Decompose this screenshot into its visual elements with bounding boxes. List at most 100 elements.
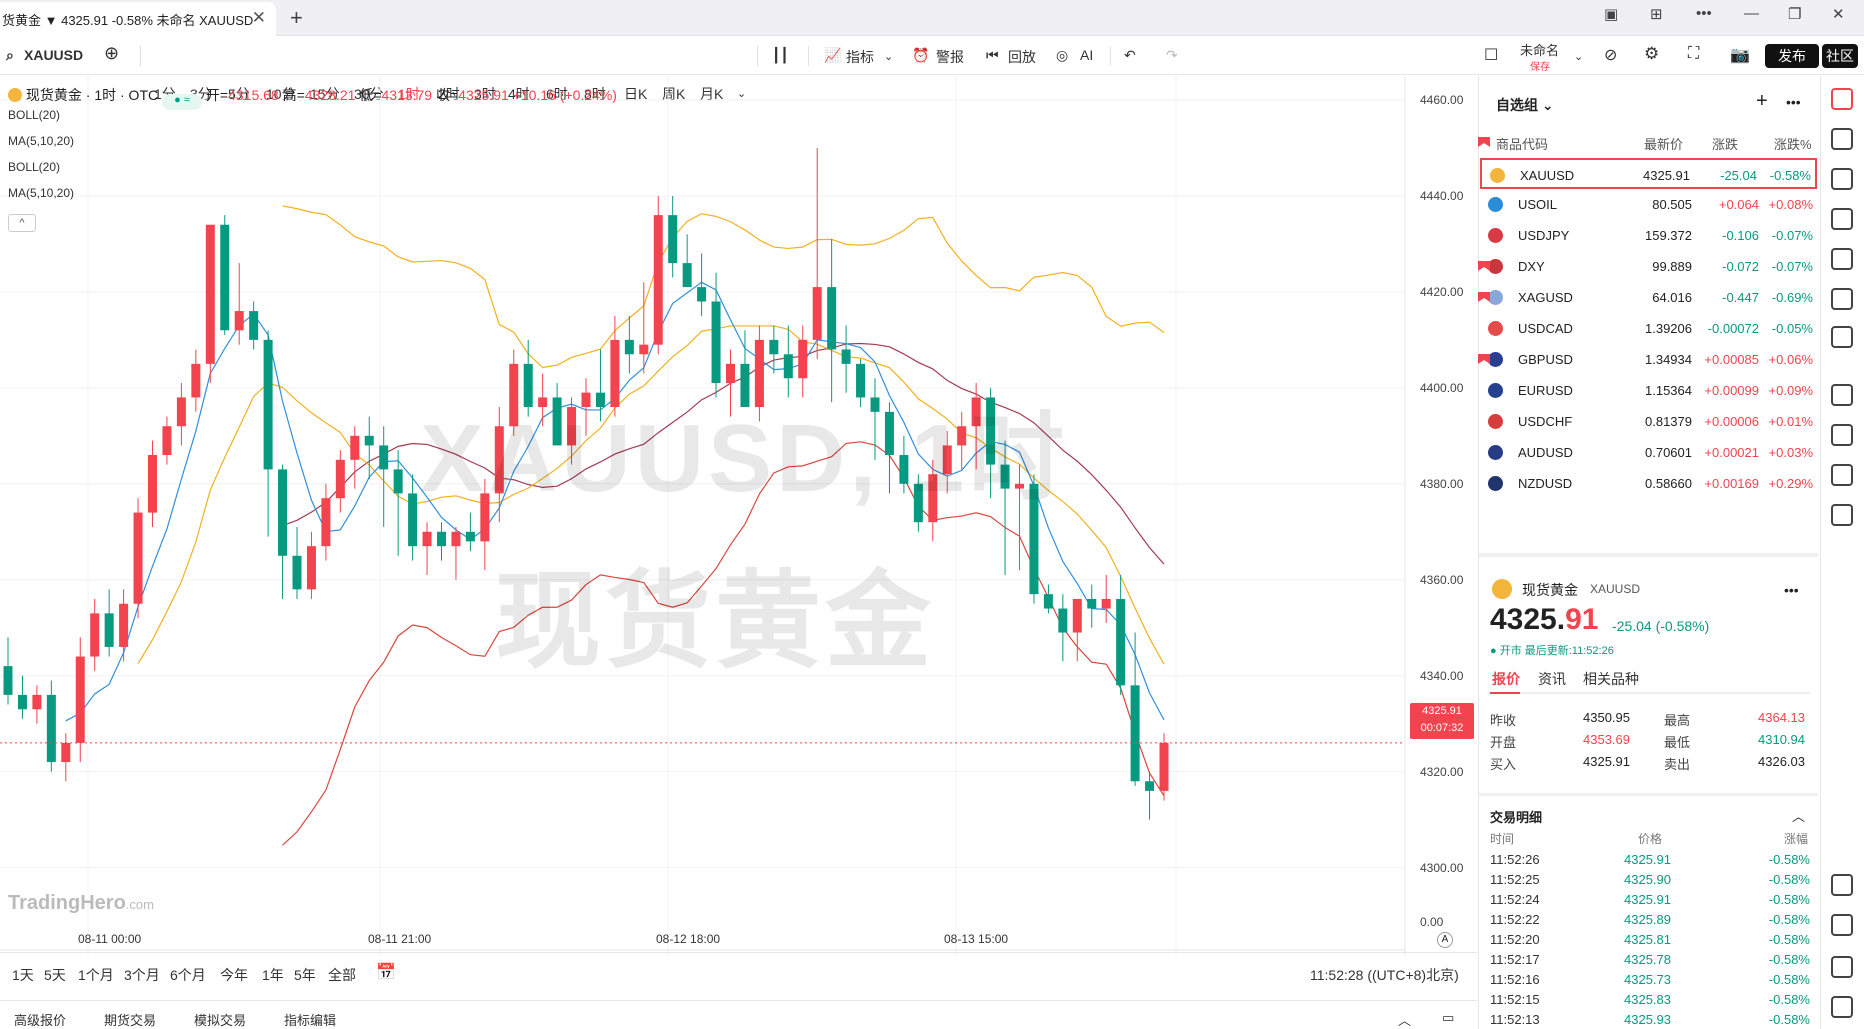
candle-body[interactable] [292, 555, 302, 590]
range-7[interactable]: 5年 [294, 965, 316, 985]
col-pct[interactable]: 涨跌% [1774, 134, 1812, 153]
candle-body[interactable] [220, 224, 230, 331]
candle-body[interactable] [379, 445, 389, 470]
replay-icon[interactable]: ⏮ [986, 47, 999, 64]
indicator-ma[interactable]: MA(5,10,20) [8, 134, 74, 148]
watchlist-row[interactable]: DXY 99.889 -0.072 -0.07% [1480, 251, 1817, 282]
candle-body[interactable] [451, 531, 461, 547]
candle-body[interactable] [1087, 598, 1097, 609]
maximize-panel-icon[interactable]: ▭ [1442, 1010, 1454, 1026]
redo-icon[interactable]: ↷ [1166, 47, 1178, 64]
layout-chevron-icon[interactable]: ⌄ [1574, 50, 1583, 63]
bottom-tab-0[interactable]: 高级报价 [14, 1010, 66, 1029]
candle-body[interactable] [1058, 608, 1068, 633]
candle-body[interactable] [769, 339, 779, 355]
watchlist-row[interactable]: USDJPY 159.372 -0.106 -0.07% [1480, 220, 1817, 251]
candle-body[interactable] [17, 694, 27, 710]
indicator-button[interactable]: 指标 [846, 47, 874, 67]
tag-icon[interactable] [1831, 874, 1853, 896]
candle-body[interactable] [90, 613, 100, 657]
watchlist-title[interactable]: 自选组 ⌄ [1496, 95, 1554, 115]
headset-icon[interactable] [1831, 914, 1853, 936]
range-5[interactable]: 今年 [220, 965, 248, 985]
candle-body[interactable] [335, 459, 345, 499]
candle-body[interactable] [364, 435, 374, 446]
panel-divider[interactable] [1479, 553, 1818, 557]
candle-body[interactable] [321, 498, 331, 547]
layout-save[interactable]: 保存 [1530, 58, 1550, 73]
candle-body[interactable] [465, 531, 475, 542]
candle-body[interactable] [162, 426, 172, 456]
calendar-side-icon[interactable] [1831, 168, 1853, 190]
candle-body[interactable] [61, 742, 71, 763]
watchlist-row[interactable]: NZDUSD 0.58660 +0.00169 +0.29% [1480, 468, 1817, 499]
candle-body[interactable] [176, 397, 186, 427]
watchlist-row[interactable]: EURUSD 1.15364 +0.00099 +0.09% [1480, 375, 1817, 406]
chat-icon[interactable] [1831, 326, 1853, 348]
chart-type-icon[interactable]: ┃┃ [772, 47, 789, 64]
range-2[interactable]: 1个月 [78, 965, 114, 985]
candle-body[interactable] [263, 339, 273, 470]
tab-quote[interactable]: 报价 [1492, 669, 1520, 689]
bottom-tab-1[interactable]: 期货交易 [104, 1010, 156, 1029]
bottom-tab-2[interactable]: 模拟交易 [194, 1010, 246, 1029]
table-icon[interactable] [1831, 464, 1853, 486]
candle-body[interactable] [1130, 685, 1140, 782]
zoom-icon[interactable]: ⊘ [1604, 45, 1617, 65]
range-3[interactable]: 3个月 [124, 965, 160, 985]
layout-name[interactable]: 未命名 [1520, 40, 1559, 59]
watchlist-row[interactable]: AUDUSD 0.70601 +0.00021 +0.03% [1480, 437, 1817, 468]
candle-body[interactable] [148, 455, 157, 513]
ai-button[interactable]: AI [1080, 47, 1093, 63]
trades-collapse-icon[interactable]: ︿ [1792, 806, 1805, 825]
watchlist-more-icon[interactable]: ••• [1786, 94, 1801, 110]
detail-more-icon[interactable]: ••• [1784, 582, 1799, 598]
candle-body[interactable] [393, 469, 403, 494]
candle-body[interactable] [1145, 781, 1155, 791]
close-tab-icon[interactable]: ✕ [252, 8, 266, 28]
watchlist-side-icon[interactable] [1831, 88, 1853, 110]
document-icon[interactable] [1831, 128, 1853, 150]
settings-icon[interactable]: ⚙ [1644, 44, 1659, 64]
watchlist-row[interactable]: XAGUSD 64.016 -0.447 -0.69% [1480, 282, 1817, 313]
candle-body[interactable] [350, 435, 360, 460]
new-tab-icon[interactable]: + [290, 5, 303, 31]
candle-body[interactable] [682, 263, 692, 288]
candle-body[interactable] [119, 603, 129, 647]
candle-body[interactable] [841, 349, 851, 364]
candle-body[interactable] [668, 215, 678, 264]
candle-body[interactable] [1072, 598, 1082, 633]
indicator-ma-2[interactable]: MA(5,10,20) [8, 186, 74, 200]
publish-button[interactable]: 发布 [1765, 44, 1819, 68]
chevron-down-icon[interactable]: ⌄ [884, 50, 893, 63]
watchlist-row[interactable]: XAUUSD 4325.91 -25.04 -0.58% [1480, 158, 1817, 189]
watchlist-row[interactable]: GBPUSD 1.34934 +0.00085 +0.06% [1480, 344, 1817, 375]
fullscreen-icon[interactable]: ⛶ [1688, 45, 1699, 63]
candle-body[interactable] [249, 311, 259, 340]
browser-tab[interactable]: 货黄金 ▼ 4325.91 -0.58% 未命名 XAUUSD ✕ [0, 2, 276, 36]
candle-body[interactable] [32, 694, 42, 710]
candle-body[interactable] [437, 531, 446, 547]
target-icon[interactable] [1831, 384, 1853, 406]
collapse-indicators-icon[interactable]: ^ [8, 214, 36, 232]
candle-body[interactable] [306, 546, 316, 590]
candle-body[interactable] [234, 311, 244, 331]
indicator-boll-2[interactable]: BOLL(20) [8, 160, 60, 174]
candle-body[interactable] [653, 215, 663, 345]
video-icon[interactable] [1831, 288, 1853, 310]
candle-body[interactable] [624, 339, 634, 355]
minimize-icon[interactable]: — [1744, 5, 1759, 22]
candle-body[interactable] [104, 613, 114, 647]
auto-scale-icon[interactable]: A [1437, 932, 1453, 948]
ai-icon[interactable]: ◎ [1056, 47, 1068, 64]
candle-body[interactable] [783, 354, 793, 379]
symbol-name[interactable]: XAUUSD [24, 47, 83, 63]
candle-body[interactable] [1101, 598, 1111, 609]
close-window-icon[interactable]: ✕ [1832, 5, 1845, 23]
select-checkbox-icon[interactable]: ☐ [1484, 45, 1498, 65]
watchlist-row[interactable]: USDCAD 1.39206 -0.00072 -0.05% [1480, 313, 1817, 344]
candle-body[interactable] [46, 694, 56, 763]
symbol-search-icon[interactable]: ⌕ [6, 47, 14, 64]
add-watch-icon[interactable]: + [1756, 90, 1768, 113]
screenshot-icon[interactable]: ▣ [1604, 5, 1618, 23]
